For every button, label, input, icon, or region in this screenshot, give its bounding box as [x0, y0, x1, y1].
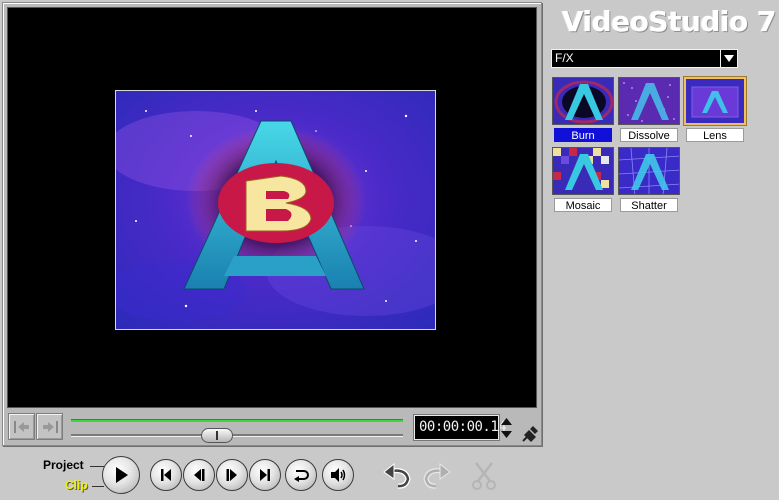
effect-thumb-burn[interactable]	[552, 77, 614, 125]
mark-in-button[interactable]	[8, 413, 35, 440]
trim-bar[interactable]	[71, 419, 403, 422]
split-clip-button[interactable]	[467, 459, 501, 493]
mode-project-button[interactable]: Project	[43, 458, 84, 472]
effect-thumb-lens[interactable]	[684, 77, 746, 125]
shatter-effect-thumbnail	[619, 148, 679, 194]
play-icon	[116, 467, 128, 483]
preview-window: 00:00:00.14	[2, 2, 542, 446]
effect-label-mosaic[interactable]: Mosaic	[554, 198, 612, 212]
next-frame-button[interactable]	[216, 459, 248, 491]
scissors-icon	[472, 462, 496, 490]
mark-out-icon	[42, 420, 58, 433]
go-to-end-icon	[260, 469, 270, 481]
next-frame-icon	[226, 469, 237, 481]
go-to-end-button[interactable]	[249, 459, 281, 491]
preview-screen	[7, 7, 537, 408]
burn-effect-thumbnail	[553, 78, 613, 124]
scrub-area: 00:00:00.14	[3, 409, 541, 445]
resize-icon	[522, 426, 538, 442]
effect-label-shatter[interactable]: Shatter	[620, 198, 678, 212]
undo-icon	[383, 463, 411, 489]
timecode-spinner[interactable]	[500, 415, 513, 440]
mark-out-button[interactable]	[36, 413, 63, 440]
dropdown-arrow-button[interactable]	[720, 50, 737, 67]
mode-clip-connector	[92, 486, 104, 487]
triangle-up-icon	[501, 417, 512, 425]
play-button[interactable]	[102, 456, 140, 494]
previous-frame-button[interactable]	[183, 459, 215, 491]
redo-button[interactable]	[420, 459, 454, 493]
volume-icon	[331, 468, 346, 482]
effect-thumb-mosaic[interactable]	[552, 147, 614, 195]
go-to-start-button[interactable]	[150, 459, 182, 491]
volume-button[interactable]	[322, 459, 354, 491]
effect-thumb-shatter[interactable]	[618, 147, 680, 195]
timecode-down-button[interactable]	[500, 428, 513, 440]
repeat-icon	[294, 470, 309, 482]
previous-frame-icon	[194, 469, 205, 481]
effect-label-lens[interactable]: Lens	[686, 128, 744, 142]
mode-project-connector	[90, 466, 104, 467]
app-title: VideoStudio 7	[561, 5, 777, 38]
repeat-button[interactable]	[285, 459, 317, 491]
mark-in-icon	[13, 420, 29, 433]
lens-effect-thumbnail	[686, 79, 744, 123]
timecode-display[interactable]: 00:00:00.14	[413, 414, 507, 441]
mosaic-effect-thumbnail	[553, 148, 613, 194]
triangle-down-icon	[501, 430, 512, 438]
chevron-down-icon	[724, 55, 734, 62]
timecode-up-button[interactable]	[500, 415, 513, 427]
scrub-track[interactable]	[71, 434, 403, 437]
effect-label-burn[interactable]: Burn	[554, 128, 612, 142]
category-dropdown-value: F/X	[555, 51, 574, 65]
video-frame	[115, 90, 436, 330]
effect-thumb-dissolve[interactable]	[618, 77, 680, 125]
enlarge-preview-button[interactable]	[521, 425, 539, 443]
effect-label-dissolve[interactable]: Dissolve	[620, 128, 678, 142]
category-dropdown[interactable]: F/X	[551, 49, 738, 68]
redo-icon	[423, 463, 451, 489]
scrub-handle[interactable]	[201, 428, 234, 443]
undo-button[interactable]	[380, 459, 414, 493]
mode-clip-button[interactable]: Clip	[65, 478, 88, 492]
go-to-start-icon	[161, 469, 171, 481]
dissolve-effect-thumbnail	[619, 78, 679, 124]
